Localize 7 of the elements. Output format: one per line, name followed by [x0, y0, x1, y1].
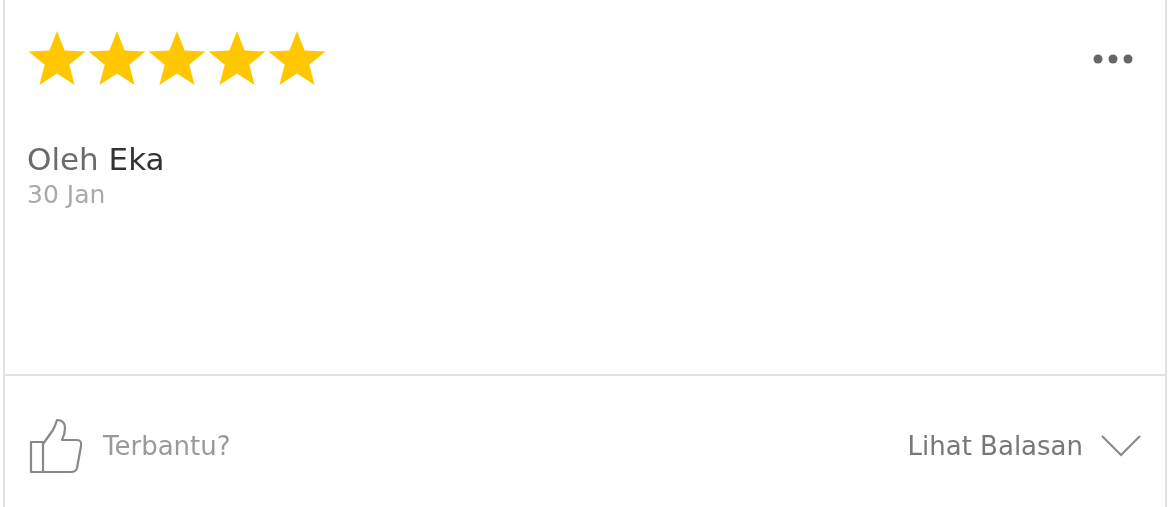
helpful-label[interactable]: Terbantu? — [103, 430, 231, 461]
review-date: 30 Jan — [27, 180, 107, 209]
view-replies-button[interactable]: Lihat Balasan — [907, 430, 1141, 461]
chevron-down-icon — [1101, 434, 1141, 457]
reviewer-byline: Oleh Eka — [27, 140, 166, 178]
more-icon[interactable] — [1093, 54, 1133, 64]
thumbs-up-icon[interactable] — [29, 417, 83, 474]
